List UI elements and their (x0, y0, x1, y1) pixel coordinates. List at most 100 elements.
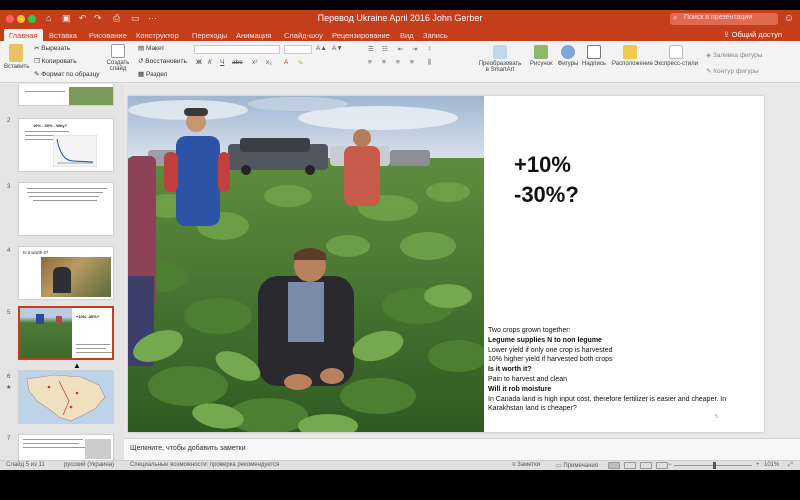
font-name-input[interactable] (194, 45, 280, 54)
fit-slide-icon[interactable]: ⤢ (788, 462, 793, 469)
notes-toggle[interactable]: ≡ Заметки (512, 462, 540, 468)
format-painter-label: Формат по образцу (41, 71, 100, 78)
slide-thumbnail-2[interactable]: 10% - 30% - Why? (18, 118, 114, 172)
bullet-line: Legume supplies N to non legume (488, 336, 602, 344)
picture-label: Рисунок (530, 61, 553, 67)
slide-thumbnail-5-selected[interactable]: +10% -30%? (18, 306, 114, 360)
thumb-photo (41, 257, 111, 297)
shape-outline-button[interactable]: ✎ Контур фигуры (706, 67, 759, 75)
bullets-icon[interactable]: ☰ (368, 45, 374, 53)
numbering-icon[interactable]: ☷ (382, 45, 388, 53)
slide-thumbnail-3[interactable] (18, 182, 114, 236)
tab-design[interactable]: Конструктор (131, 29, 184, 41)
convert-smartart-button[interactable]: Преобразовать в SmartArt (478, 45, 522, 73)
ribbon-home: Вставить ✂ Вырезать ❐ Копировать ✎ Форма… (0, 41, 800, 83)
paste-label: Вставить (4, 64, 30, 70)
slide-thumbnail-7[interactable] (18, 434, 114, 460)
zoom-in-icon[interactable]: + (756, 462, 760, 468)
indent-icon[interactable]: ⇤ (398, 45, 403, 53)
zoom-level[interactable]: 101% (764, 462, 779, 468)
thumb-text (23, 439, 83, 440)
slide-thumbnails-pane[interactable]: 2 10% - 30% - Why? 3 4 Is it worth it? 5… (0, 84, 124, 460)
font-size-input[interactable] (284, 45, 312, 54)
underline-icon[interactable]: Ч (220, 59, 224, 66)
subscript-icon[interactable]: x₂ (266, 59, 272, 66)
stat-heading[interactable]: +10% -30%? (514, 150, 579, 210)
font-color-icon[interactable]: A (284, 59, 288, 66)
align-center-icon[interactable]: ≡ (382, 59, 386, 66)
arrange-label: Расположение (612, 61, 653, 67)
tab-review[interactable]: Рецензирование (327, 29, 395, 41)
shapes-label: Фигуры (557, 61, 579, 67)
align-left-icon[interactable]: ≡ (368, 59, 372, 66)
copy-icon: ❐ (34, 58, 42, 65)
thumb-photo (69, 87, 113, 105)
quick-styles-button[interactable]: Экспресс-стили (654, 45, 698, 67)
section-label: Раздел (145, 71, 168, 78)
picture-button[interactable]: Рисунок (530, 45, 553, 67)
shape-fill-button[interactable]: ◈ Заливка фигуры (706, 51, 762, 59)
thumb-text (76, 344, 110, 345)
justify-icon[interactable]: ≡ (410, 59, 414, 66)
grow-font-icon[interactable]: A▲ (316, 45, 327, 52)
feedback-smiley-icon[interactable]: ☺ (784, 13, 794, 24)
cut-button[interactable]: ✂ Вырезать (34, 44, 70, 52)
columns-icon[interactable]: ⫼ (428, 59, 431, 67)
language-indicator[interactable]: русский (Украина) (64, 462, 114, 468)
tab-transitions[interactable]: Переходы (187, 29, 232, 41)
normal-view-button[interactable] (608, 462, 620, 469)
shrink-font-icon[interactable]: A▼ (332, 45, 343, 52)
current-slide[interactable]: +10% -30%? Two crops grown together: Leg… (128, 96, 764, 432)
highlight-icon[interactable]: ✎ (298, 59, 303, 67)
format-painter-button[interactable]: ✎ Формат по образцу (34, 70, 100, 78)
thumb-text (76, 352, 112, 353)
bold-icon[interactable]: Ж (196, 59, 202, 66)
align-right-icon[interactable]: ≡ (396, 59, 400, 66)
star-icon: ★ (6, 385, 12, 391)
italic-icon[interactable]: К (208, 59, 212, 66)
tab-home[interactable]: Главная (4, 29, 43, 41)
tab-view[interactable]: Вид (395, 29, 419, 41)
bullet-line: Lower yield if only one crop is harveste… (488, 346, 613, 354)
comments-toggle[interactable]: ▭ Примечания (556, 462, 598, 469)
tab-slideshow[interactable]: Слайд-шоу (279, 29, 328, 41)
copy-label: Копировать (41, 58, 77, 65)
bullet-line: Is it worth it? (488, 366, 532, 374)
section-button[interactable]: ▦ Раздел (138, 70, 167, 78)
slide-sorter-button[interactable] (624, 462, 636, 469)
layout-button[interactable]: ▤ Макет (138, 44, 164, 52)
search-input[interactable]: ⌕ Поиск в презентации (670, 13, 778, 25)
thumb-text (23, 443, 79, 444)
bullet-textbox[interactable]: Two crops grown together: Legume supplie… (488, 326, 762, 414)
zoom-slider-thumb[interactable] (713, 462, 716, 469)
reading-view-button[interactable] (640, 462, 652, 469)
arrange-button[interactable]: Расположение (612, 45, 653, 67)
new-slide-button[interactable]: Создать слайд (104, 44, 132, 72)
copy-button[interactable]: ❐ Копировать (34, 57, 77, 65)
notes-pane[interactable]: Щелкните, чтобы добавить заметки (124, 438, 800, 460)
thumb-photo-person (36, 314, 44, 324)
outdent-icon[interactable]: ⇥ (412, 45, 417, 53)
tab-animations[interactable]: Анимация (231, 29, 276, 41)
share-button[interactable]: ⇪ Общий доступ (723, 30, 782, 39)
slide-thumbnail-4[interactable]: Is it worth it? (18, 246, 114, 300)
superscript-icon[interactable]: x² (252, 59, 257, 66)
tab-insert[interactable]: Вставка (44, 29, 82, 41)
line-spacing-icon[interactable]: ↕ (428, 45, 431, 52)
mouse-cursor-icon: ▲ (73, 361, 81, 370)
reset-button[interactable]: ↺ Восстановить (138, 57, 187, 65)
slideshow-button[interactable] (656, 462, 668, 469)
slide-thumbnail-6[interactable] (18, 370, 114, 424)
slide-thumbnail-1[interactable] (18, 84, 114, 106)
paste-button[interactable]: Вставить (4, 44, 30, 70)
accessibility-status[interactable]: Специальные возможности: проверка рекоме… (130, 462, 279, 468)
zoom-out-icon[interactable]: − (668, 462, 672, 468)
field-photo[interactable] (128, 96, 484, 432)
shape-fill-label: Заливка фигуры (712, 52, 763, 59)
tab-draw[interactable]: Рисование (84, 29, 132, 41)
text-box-button[interactable]: Надпись (582, 45, 606, 67)
strikethrough-icon[interactable]: abc (232, 59, 242, 66)
shapes-button[interactable]: Фигуры (556, 45, 580, 67)
tab-record[interactable]: Запись (418, 29, 453, 41)
shapes-icon (561, 45, 575, 59)
